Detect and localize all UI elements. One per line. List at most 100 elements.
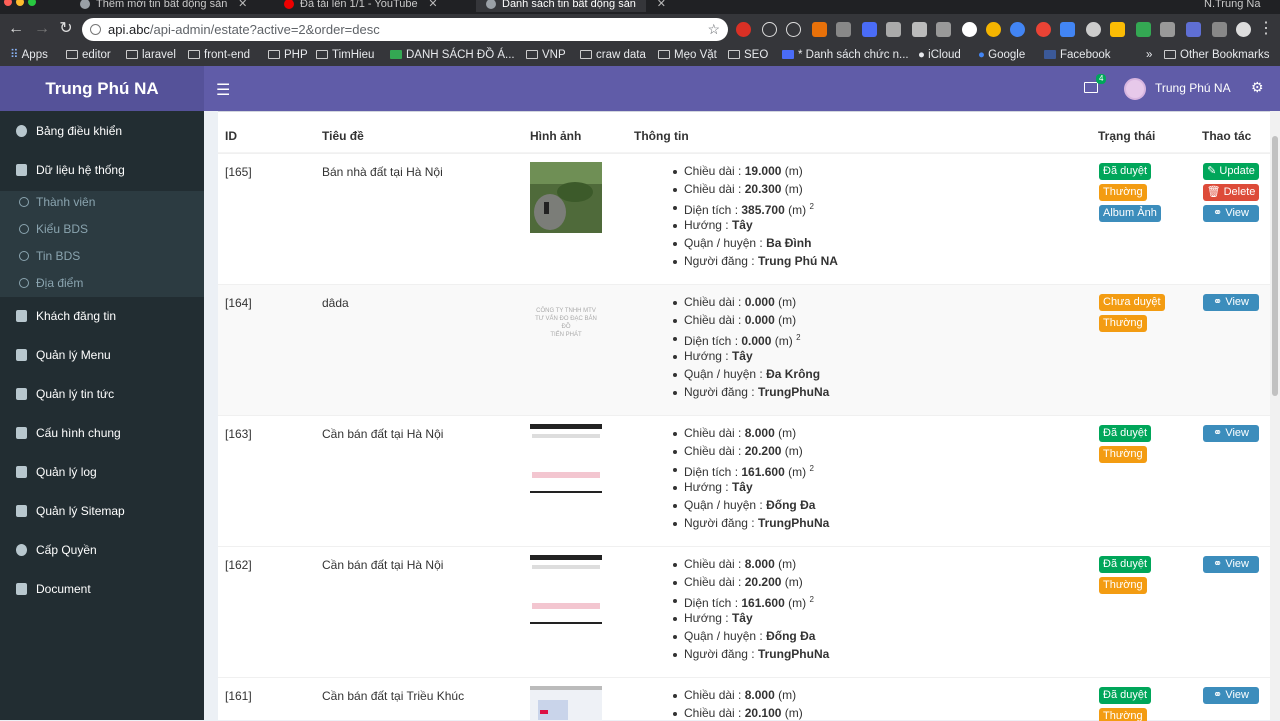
user-name[interactable]: Trung Phú NA — [1155, 81, 1231, 95]
column-header-actions[interactable]: Thao tác — [1202, 129, 1251, 143]
bookmark-folder[interactable]: Other Bookmarks — [1164, 47, 1269, 63]
status-badge[interactable]: Đã duyệt — [1099, 687, 1152, 704]
bookmarks-overflow[interactable]: » — [1146, 47, 1152, 63]
extension-icon[interactable] — [862, 22, 877, 37]
type-badge[interactable]: Thường — [1099, 708, 1147, 721]
extension-icon[interactable] — [986, 22, 1001, 37]
bookmark-folder[interactable]: editor — [66, 47, 111, 63]
reload-icon[interactable]: ↻ — [56, 19, 76, 39]
view-button[interactable]: ⚭ View — [1203, 205, 1259, 222]
camera-icon[interactable] — [886, 22, 901, 37]
forward-icon[interactable]: → — [32, 19, 52, 39]
property-image[interactable] — [530, 555, 602, 626]
update-button[interactable]: ✎ Update — [1203, 163, 1259, 180]
bookmark-link[interactable]: ● iCloud — [918, 47, 961, 63]
sidebar-item-settings[interactable]: Cấu hình chung — [0, 423, 204, 443]
bookmark-folder[interactable]: PHP — [268, 47, 308, 63]
browser-tab-active[interactable]: Danh sách tin bất động sản ✕ — [476, 0, 666, 12]
extension-icon[interactable] — [1236, 22, 1251, 37]
scrollbar-thumb[interactable] — [1272, 136, 1278, 396]
bookmark-apps[interactable]: ⠿ Apps — [10, 47, 48, 63]
sidebar-subitem-thanh-vien[interactable]: Thành viên — [0, 193, 204, 211]
chart-icon[interactable] — [1136, 22, 1151, 37]
mail-icon[interactable] — [1084, 82, 1098, 93]
sidebar-item-document[interactable]: Document — [0, 579, 204, 599]
extension-icon[interactable] — [812, 22, 827, 37]
extension-icon[interactable] — [1212, 22, 1227, 37]
extension-icon[interactable] — [1010, 22, 1025, 37]
extension-icon[interactable] — [1036, 22, 1051, 37]
bookmark-folder[interactable]: front-end — [188, 47, 250, 63]
bookmark-folder[interactable]: laravel — [126, 47, 176, 63]
back-icon[interactable]: ← — [6, 19, 26, 39]
column-header-info[interactable]: Thông tin — [634, 129, 689, 143]
type-badge[interactable]: Thường — [1099, 315, 1147, 332]
column-header-id[interactable]: ID — [225, 129, 237, 143]
avatar[interactable] — [1124, 78, 1146, 100]
status-badge[interactable]: Đã duyệt — [1099, 163, 1152, 180]
album-button[interactable]: Album Ảnh — [1099, 205, 1161, 222]
bookmark-link[interactable]: ● Google — [978, 47, 1025, 63]
bookmark-folder[interactable]: TimHieu — [316, 47, 374, 63]
sidebar-item-customer-posts[interactable]: Khách đăng tin — [0, 306, 204, 326]
window-controls[interactable] — [4, 0, 40, 9]
sidebar-item-dashboard[interactable]: Bảng điều khiển — [0, 121, 204, 141]
extension-icon[interactable] — [836, 22, 851, 37]
status-badge[interactable]: Đã duyệt — [1099, 556, 1152, 573]
extension-icon[interactable] — [736, 22, 751, 37]
bookmark-folder[interactable]: craw data — [580, 47, 646, 63]
gear-icon[interactable]: ⚙ — [1251, 79, 1264, 96]
scrollbar[interactable] — [1270, 111, 1280, 720]
bookmark-link[interactable]: Facebook — [1044, 47, 1111, 63]
type-badge[interactable]: Thường — [1099, 184, 1147, 201]
property-image[interactable]: CÔNG TY TNHH MTV TƯ VẤN ĐO ĐẠC BẢN ĐỒ TI… — [530, 293, 602, 364]
extension-icon[interactable] — [1160, 22, 1175, 37]
extension-icon[interactable] — [912, 22, 927, 37]
close-icon[interactable]: ✕ — [428, 0, 437, 12]
address-bar[interactable]: api.abc/api-admin/estate?active=2&order=… — [82, 18, 728, 41]
sidebar-item-sitemap[interactable]: Quản lý Sitemap — [0, 501, 204, 521]
logo[interactable]: Trung Phú NA — [0, 66, 204, 111]
property-image[interactable] — [530, 686, 602, 721]
column-header-status[interactable]: Trạng thái — [1098, 129, 1155, 143]
extension-icon[interactable] — [936, 22, 951, 37]
property-image[interactable] — [530, 162, 602, 233]
info-icon[interactable] — [90, 24, 101, 35]
extension-icon[interactable] — [1110, 22, 1125, 37]
bookmark-folder[interactable]: SEO — [728, 47, 768, 63]
view-button[interactable]: ⚭ View — [1203, 556, 1259, 573]
sidebar-subitem-dia-diem[interactable]: Địa điểm — [0, 274, 204, 292]
bookmark-folder[interactable]: Mẹo Vặt — [658, 47, 717, 63]
type-badge[interactable]: Thường — [1099, 577, 1147, 594]
menu-toggle-icon[interactable]: ☰ — [216, 80, 230, 100]
sidebar-subitem-kieu-bds[interactable]: Kiểu BDS — [0, 220, 204, 238]
view-button[interactable]: ⚭ View — [1203, 294, 1259, 311]
column-header-title[interactable]: Tiêu đề — [322, 129, 364, 143]
property-image[interactable] — [530, 424, 602, 495]
view-button[interactable]: ⚭ View — [1203, 425, 1259, 442]
bookmark-link[interactable]: DANH SÁCH ĐỒ Á... — [390, 47, 515, 63]
status-badge[interactable]: Đã duyệt — [1099, 425, 1152, 442]
react-icon[interactable] — [762, 22, 777, 37]
profile-name[interactable]: N.Trung Na — [1204, 0, 1260, 12]
close-icon[interactable]: ✕ — [238, 0, 247, 12]
star-icon[interactable]: ☆ — [707, 18, 720, 41]
browser-tab[interactable]: Thêm mới tin bất động sản ✕ — [80, 0, 247, 12]
sidebar-item-menu[interactable]: Quản lý Menu — [0, 345, 204, 365]
type-badge[interactable]: Thường — [1099, 446, 1147, 463]
react-icon[interactable] — [786, 22, 801, 37]
extension-icon[interactable] — [962, 22, 977, 37]
sidebar-item-log[interactable]: Quản lý log — [0, 462, 204, 482]
extension-icon[interactable] — [1060, 22, 1075, 37]
column-header-image[interactable]: Hình ảnh — [530, 129, 581, 143]
extension-icon[interactable] — [1186, 22, 1201, 37]
bookmark-link[interactable]: * Danh sách chức n... — [782, 47, 909, 63]
sidebar-subitem-tin-bds[interactable]: Tin BDS — [0, 247, 204, 265]
browser-tab[interactable]: Đã tải lên 1/1 - YouTube ✕ — [284, 0, 438, 12]
close-icon[interactable]: ✕ — [657, 0, 666, 12]
sidebar-item-system-data[interactable]: Dữ liệu hệ thống — [0, 160, 204, 180]
sidebar-item-news[interactable]: Quản lý tin tức — [0, 384, 204, 404]
bookmark-folder[interactable]: VNP — [526, 47, 566, 63]
delete-button[interactable]: 🗑 Delete — [1203, 184, 1259, 201]
status-badge[interactable]: Chưa duyệt — [1099, 294, 1165, 311]
